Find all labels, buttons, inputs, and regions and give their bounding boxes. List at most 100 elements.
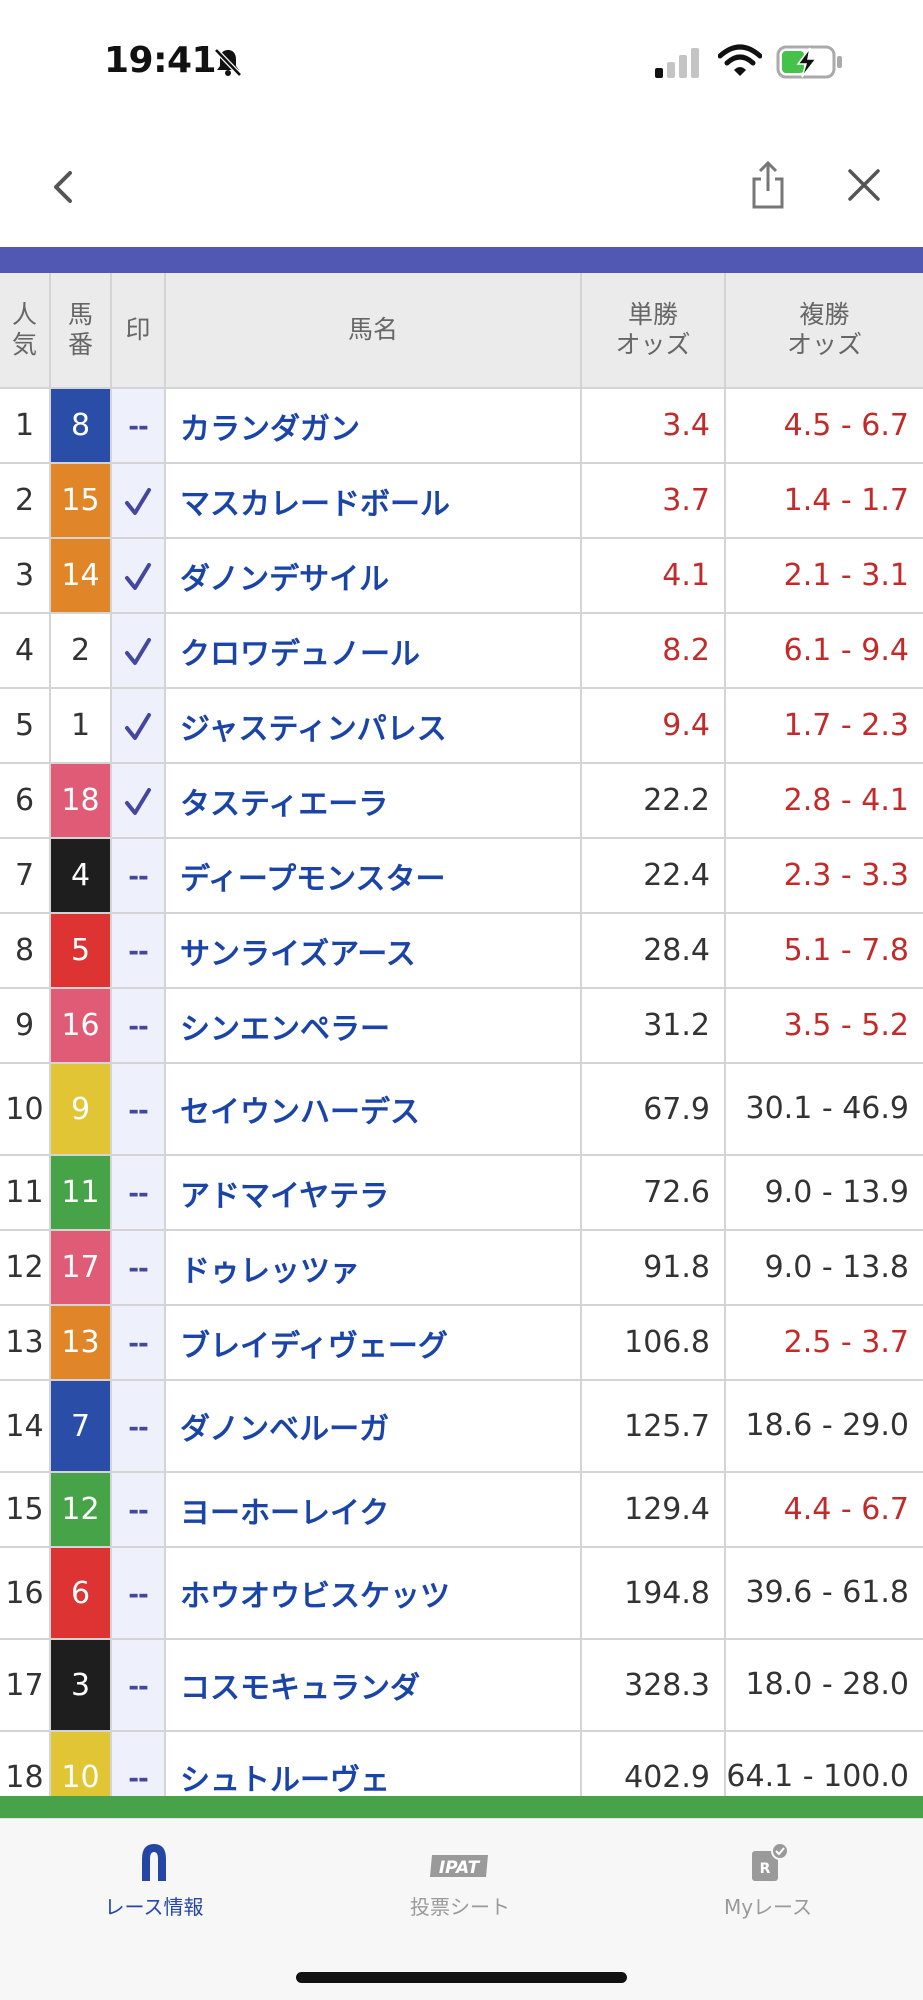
horse-name-link[interactable]: ホウオウビスケッツ	[165, 1547, 582, 1640]
status-time: 19:41	[104, 40, 217, 81]
prediction-mark[interactable]: --	[111, 1230, 166, 1306]
tab-label-voting-sheet: 投票シート	[410, 1895, 510, 1919]
win-odds: 4.1	[581, 538, 726, 614]
table-row[interactable]: 9 16 -- シンエンペラー 31.2 3.5 - 5.2	[0, 988, 923, 1064]
win-odds: 125.7	[581, 1380, 726, 1473]
horse-name-link[interactable]: シンエンペラー	[165, 988, 582, 1064]
horse-number-badge: 2	[50, 613, 112, 689]
horse-name-link[interactable]: ダノンベルーガ	[165, 1380, 582, 1473]
prediction-mark[interactable]: --	[111, 988, 166, 1064]
table-header-row: 人気 馬番 印 馬名 単勝 オッズ 複勝 オッズ	[0, 273, 923, 389]
prediction-mark[interactable]	[111, 538, 166, 614]
horse-name-link[interactable]: セイウンハーデス	[165, 1063, 582, 1156]
header-horse-name[interactable]: 馬名	[165, 273, 582, 389]
horse-number-badge: 15	[50, 463, 112, 539]
table-row[interactable]: 2 15 マスカレードボール 3.7 1.4 - 1.7	[0, 463, 923, 539]
navigation-bar	[0, 125, 923, 247]
header-place-odds-label: 複勝 オッズ	[786, 300, 862, 359]
table-row[interactable]: 13 13 -- ブレイディヴェーグ 106.8 2.5 - 3.7	[0, 1305, 923, 1381]
place-odds: 4.5 - 6.7	[725, 388, 923, 464]
tab-voting-sheet[interactable]: IPAT 投票シート	[350, 1841, 570, 1920]
horse-name-link[interactable]: タスティエーラ	[165, 763, 582, 839]
table-row[interactable]: 7 4 -- ディープモンスター 22.4 2.3 - 3.3	[0, 838, 923, 914]
prediction-mark[interactable]	[111, 613, 166, 689]
horse-name-link[interactable]: ディープモンスター	[165, 838, 582, 914]
prediction-mark[interactable]: --	[111, 388, 166, 464]
prediction-mark[interactable]: --	[111, 1639, 166, 1732]
prediction-mark[interactable]: --	[111, 1380, 166, 1473]
horse-name-link[interactable]: サンライズアース	[165, 913, 582, 989]
place-odds: 3.5 - 5.2	[725, 988, 923, 1064]
table-row[interactable]: 6 18 タスティエーラ 22.2 2.8 - 4.1	[0, 763, 923, 839]
header-win-odds-label: 単勝 オッズ	[615, 300, 691, 359]
prediction-mark[interactable]: --	[111, 1472, 166, 1548]
header-place-odds[interactable]: 複勝 オッズ	[725, 273, 923, 389]
table-row[interactable]: 4 2 クロワデュノール 8.2 6.1 - 9.4	[0, 613, 923, 689]
prediction-mark[interactable]	[111, 763, 166, 839]
prediction-mark[interactable]: --	[111, 1305, 166, 1381]
horse-name-link[interactable]: ダノンデサイル	[165, 538, 582, 614]
win-odds: 106.8	[581, 1305, 726, 1381]
prediction-mark[interactable]: --	[111, 838, 166, 914]
odds-table: 人気 馬番 印 馬名 単勝 オッズ 複勝 オッズ 1 8 -- カランダガン 3.4 4.5 …	[0, 273, 923, 1824]
header-mark[interactable]: 印	[111, 273, 166, 389]
mark-none: --	[128, 1012, 149, 1042]
back-chevron-icon[interactable]	[44, 163, 84, 211]
popularity-rank: 5	[0, 688, 51, 764]
place-odds: 18.0 - 28.0	[725, 1639, 923, 1732]
prediction-mark[interactable]: --	[111, 1547, 166, 1640]
prediction-mark[interactable]: --	[111, 913, 166, 989]
mark-none: --	[128, 1579, 149, 1610]
share-icon[interactable]	[746, 159, 790, 213]
horse-name-link[interactable]: ドゥレッツァ	[165, 1230, 582, 1306]
horse-name-link[interactable]: カランダガン	[165, 388, 582, 464]
table-row[interactable]: 3 14 ダノンデサイル 4.1 2.1 - 3.1	[0, 538, 923, 614]
prediction-mark[interactable]: --	[111, 1155, 166, 1231]
horse-name-link[interactable]: アドマイヤテラ	[165, 1155, 582, 1231]
horse-name-link[interactable]: マスカレードボール	[165, 463, 582, 539]
prediction-mark[interactable]	[111, 688, 166, 764]
win-odds: 3.4	[581, 388, 726, 464]
horse-name-link[interactable]: ヨーホーレイク	[165, 1472, 582, 1548]
tab-label-my-race: Myレース	[723, 1895, 813, 1919]
popularity-rank: 8	[0, 913, 51, 989]
place-odds: 1.7 - 2.3	[725, 688, 923, 764]
place-odds: 5.1 - 7.8	[725, 913, 923, 989]
table-row[interactable]: 8 5 -- サンライズアース 28.4 5.1 - 7.8	[0, 913, 923, 989]
table-row[interactable]: 5 1 ジャスティンパレス 9.4 1.7 - 2.3	[0, 688, 923, 764]
table-row[interactable]: 1 8 -- カランダガン 3.4 4.5 - 6.7	[0, 388, 923, 464]
table-row[interactable]: 15 12 -- ヨーホーレイク 129.4 4.4 - 6.7	[0, 1472, 923, 1548]
place-odds: 2.1 - 3.1	[725, 538, 923, 614]
horse-name-link[interactable]: ジャスティンパレス	[165, 688, 582, 764]
prediction-mark[interactable]: --	[111, 1063, 166, 1156]
horse-name-link[interactable]: コスモキュランダ	[165, 1639, 582, 1732]
table-row[interactable]: 14 7 -- ダノンベルーガ 125.7 18.6 - 29.0	[0, 1380, 923, 1473]
horse-number-badge: 5	[50, 913, 112, 989]
mark-none: --	[128, 1412, 149, 1443]
header-win-odds[interactable]: 単勝 オッズ	[581, 273, 726, 389]
table-row[interactable]: 10 9 -- セイウンハーデス 67.9 30.1 - 46.9	[0, 1063, 923, 1156]
table-row[interactable]: 11 11 -- アドマイヤテラ 72.6 9.0 - 13.9	[0, 1155, 923, 1231]
place-odds: 2.3 - 3.3	[725, 838, 923, 914]
table-row[interactable]: 12 17 -- ドゥレッツァ 91.8 9.0 - 13.8	[0, 1230, 923, 1306]
prediction-mark[interactable]	[111, 463, 166, 539]
horse-number-badge: 8	[50, 388, 112, 464]
tab-my-race[interactable]: R Myレース	[658, 1841, 878, 1920]
close-icon[interactable]	[844, 165, 884, 205]
horse-number-badge: 7	[50, 1380, 112, 1473]
table-row[interactable]: 17 3 -- コスモキュランダ 328.3 18.0 - 28.0	[0, 1639, 923, 1732]
tab-race-info[interactable]: レース情報	[44, 1841, 264, 1920]
table-row[interactable]: 16 6 -- ホウオウビスケッツ 194.8 39.6 - 61.8	[0, 1547, 923, 1640]
check-mark-icon	[125, 487, 151, 515]
popularity-rank: 3	[0, 538, 51, 614]
footer-color-strip	[0, 1796, 923, 1818]
horse-name-link[interactable]: ブレイディヴェーグ	[165, 1305, 582, 1381]
odds-table-body: 1 8 -- カランダガン 3.4 4.5 - 6.7 2 15 マスカレードボール 3.7 1.4…	[0, 388, 923, 1824]
horse-name-link[interactable]: クロワデュノール	[165, 613, 582, 689]
header-rank[interactable]: 人気	[0, 273, 51, 389]
header-horse-number[interactable]: 馬番	[50, 273, 112, 389]
mark-none: --	[128, 1254, 149, 1284]
popularity-rank: 12	[0, 1230, 51, 1306]
header-rank-label: 人気	[11, 300, 37, 359]
horse-number-badge: 4	[50, 838, 112, 914]
